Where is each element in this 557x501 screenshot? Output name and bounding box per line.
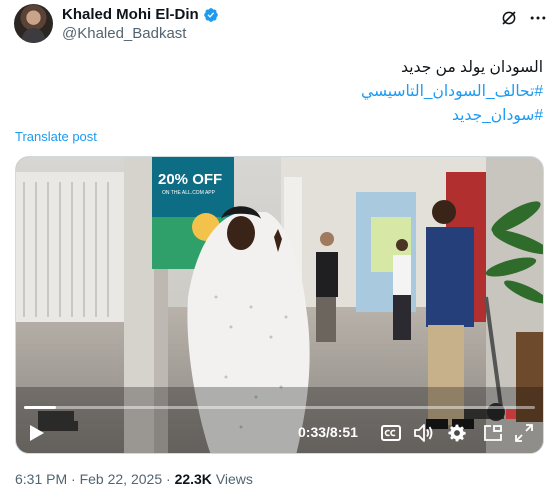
tweet-text: السودان يولد من جديد #تحالف_السودان_التا…: [23, 56, 543, 128]
picture-in-picture-button[interactable]: [482, 421, 504, 445]
hashtag-link[interactable]: #سودان_جديد: [23, 104, 543, 128]
captions-icon: [381, 425, 401, 441]
author-display-name[interactable]: Khaled Mohi El-Din: [62, 6, 199, 23]
views-label: Views: [215, 471, 253, 487]
video-player[interactable]: 20% OFF ON THE ALL.COM APP 0:33 / 8:51: [15, 156, 544, 454]
post-metadata: 6:31 PM · Feb 22, 2025 · 22.3K Views: [15, 471, 253, 487]
video-time: 0:33 / 8:51: [298, 424, 358, 440]
captions-button[interactable]: [380, 421, 402, 445]
tweet-line: السودان يولد من جديد: [401, 59, 543, 76]
billboard-subtext: ON THE ALL.COM APP: [162, 190, 216, 196]
play-icon: [30, 425, 44, 441]
video-frame: 20% OFF ON THE ALL.COM APP: [16, 157, 543, 453]
author-handle[interactable]: @Khaled_Badkast: [62, 25, 186, 42]
billboard-text: 20% OFF: [158, 171, 222, 188]
fullscreen-button[interactable]: [513, 421, 535, 445]
video-duration: 8:51: [329, 424, 358, 440]
video-current-time: 0:33: [298, 424, 327, 440]
grok-icon[interactable]: [500, 9, 518, 27]
post-time[interactable]: 6:31 PM: [15, 471, 67, 487]
volume-icon: [414, 424, 433, 442]
hashtag-link[interactable]: #تحالف_السودان_التاسيسي: [23, 80, 543, 104]
meta-separator: ·: [67, 471, 80, 487]
settings-gear-icon: [448, 424, 466, 442]
play-button[interactable]: [26, 421, 48, 445]
more-options-icon[interactable]: [528, 8, 548, 28]
volume-button[interactable]: [413, 421, 435, 445]
video-progress-fill: [24, 406, 56, 409]
meta-separator: ·: [162, 471, 175, 487]
video-progress-bar[interactable]: [24, 406, 535, 409]
picture-in-picture-icon: [484, 425, 502, 441]
avatar[interactable]: [14, 4, 53, 43]
fullscreen-icon: [515, 424, 533, 442]
translate-post-link[interactable]: Translate post: [15, 129, 97, 144]
post-date[interactable]: Feb 22, 2025: [80, 471, 163, 487]
views-count: 22.3K: [174, 471, 212, 487]
author-name-row: Khaled Mohi El-Din: [62, 6, 219, 23]
verified-badge-icon: [203, 7, 218, 22]
settings-button[interactable]: [446, 421, 468, 445]
